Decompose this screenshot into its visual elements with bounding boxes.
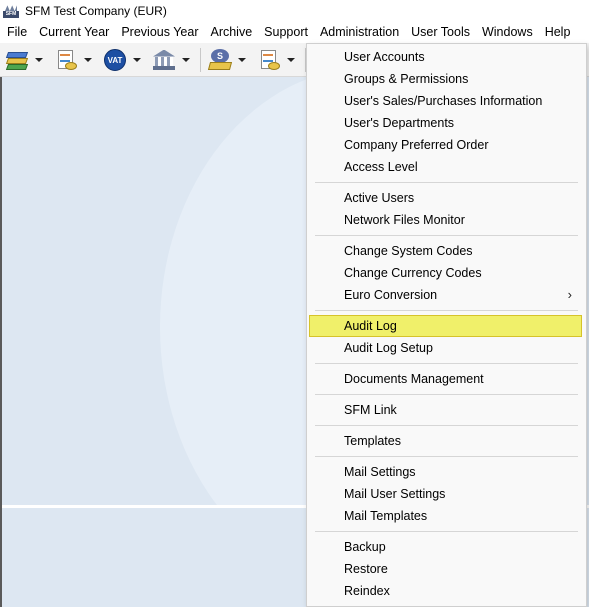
sfm-app-icon-text: SFM <box>3 11 19 18</box>
menu-item-mail-settings[interactable]: Mail Settings <box>307 461 586 483</box>
invoice-coins-icon <box>53 48 79 72</box>
menu-item-mail-user-settings[interactable]: Mail User Settings <box>307 483 586 505</box>
dropdown-arrow-icon[interactable] <box>287 57 295 62</box>
menu-item-restore[interactable]: Restore <box>307 558 586 580</box>
menu-previous-year[interactable]: Previous Year <box>115 22 204 43</box>
menu-item-users-departments[interactable]: User's Departments <box>307 112 586 134</box>
menu-item-change-system-codes[interactable]: Change System Codes <box>307 240 586 262</box>
menu-separator <box>315 363 578 364</box>
dropdown-arrow-icon[interactable] <box>133 57 141 62</box>
vat-icon: VAT <box>102 48 128 72</box>
toolbar-purchases-button[interactable] <box>256 48 299 72</box>
menu-item-groups-permissions[interactable]: Groups & Permissions <box>307 68 586 90</box>
toolbar-ledger-button[interactable] <box>4 48 47 72</box>
chevron-right-icon: › <box>567 287 572 302</box>
menu-item-templates[interactable]: Templates <box>307 430 586 452</box>
menu-item-backup[interactable]: Backup <box>307 536 586 558</box>
toolbar-sales-button[interactable]: S <box>207 48 250 72</box>
menu-user-tools[interactable]: User Tools <box>405 22 476 43</box>
window-edge <box>0 77 2 607</box>
title-bar: SFM SFM Test Company (EUR) <box>0 0 589 22</box>
menu-help[interactable]: Help <box>539 22 577 43</box>
menu-windows[interactable]: Windows <box>476 22 539 43</box>
vat-icon-text: VAT <box>104 48 126 71</box>
menu-administration[interactable]: Administration <box>313 22 406 43</box>
dropdown-arrow-icon[interactable] <box>182 57 190 62</box>
sales-book-icon: S <box>207 48 233 72</box>
menu-item-user-accounts[interactable]: User Accounts <box>307 46 586 68</box>
menu-archive[interactable]: Archive <box>204 22 258 43</box>
toolbar-separator <box>200 47 201 72</box>
menu-item-mail-templates[interactable]: Mail Templates <box>307 505 586 527</box>
menu-current-year[interactable]: Current Year <box>33 22 115 43</box>
menu-item-access-level[interactable]: Access Level <box>307 156 586 178</box>
ledger-stack-icon <box>4 48 30 72</box>
menu-support[interactable]: Support <box>258 22 314 43</box>
menu-item-euro-conversion-label: Euro Conversion <box>344 288 438 302</box>
menu-item-company-preferred-order[interactable]: Company Preferred Order <box>307 134 586 156</box>
dropdown-arrow-icon[interactable] <box>238 57 246 62</box>
toolbar-bank-button[interactable] <box>151 48 194 72</box>
menu-separator <box>315 310 578 311</box>
menu-separator <box>315 531 578 532</box>
dropdown-arrow-icon[interactable] <box>35 57 43 62</box>
menu-item-change-currency-codes[interactable]: Change Currency Codes <box>307 262 586 284</box>
menu-item-active-users[interactable]: Active Users <box>307 187 586 209</box>
purchases-doc-icon <box>256 48 282 72</box>
menu-item-reindex[interactable]: Reindex <box>307 580 586 602</box>
toolbar-vat-button[interactable]: VAT <box>102 48 145 72</box>
menu-item-network-files-monitor[interactable]: Network Files Monitor <box>307 209 586 231</box>
menu-item-sfm-link[interactable]: SFM Link <box>307 399 586 421</box>
menu-separator <box>315 235 578 236</box>
menu-separator <box>315 182 578 183</box>
menu-bar: File Current Year Previous Year Archive … <box>0 22 589 43</box>
menu-separator <box>315 394 578 395</box>
bank-icon <box>151 48 177 72</box>
menu-item-users-sales-purchases-info[interactable]: User's Sales/Purchases Information <box>307 90 586 112</box>
menu-separator <box>315 456 578 457</box>
menu-item-audit-log[interactable]: Audit Log <box>309 315 582 337</box>
menu-item-euro-conversion[interactable]: Euro Conversion › <box>307 284 586 306</box>
sales-icon-text: S <box>211 48 229 63</box>
menu-file[interactable]: File <box>1 22 33 43</box>
dropdown-arrow-icon[interactable] <box>84 57 92 62</box>
menu-item-documents-management[interactable]: Documents Management <box>307 368 586 390</box>
toolbar-invoice-button[interactable] <box>53 48 96 72</box>
administration-dropdown-menu: User Accounts Groups & Permissions User'… <box>306 43 587 607</box>
window-title: SFM Test Company (EUR) <box>25 4 167 18</box>
sfm-app-icon: SFM <box>3 4 19 18</box>
sfm-app-icon-roof <box>5 5 17 11</box>
menu-separator <box>315 425 578 426</box>
menu-item-audit-log-setup[interactable]: Audit Log Setup <box>307 337 586 359</box>
